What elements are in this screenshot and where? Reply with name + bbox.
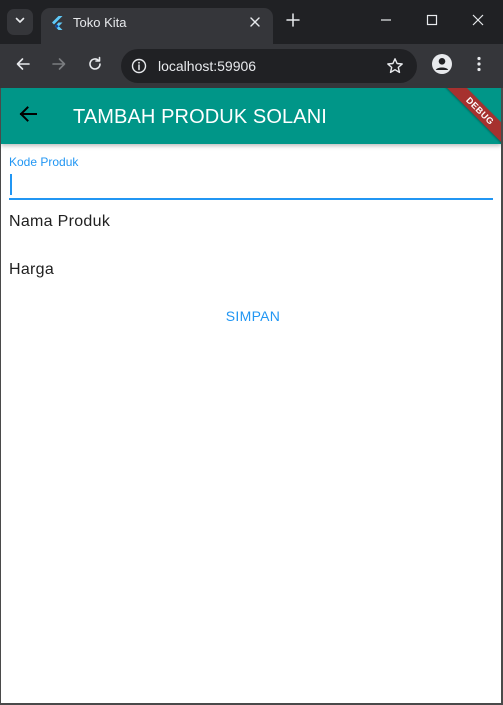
page-viewport: TAMBAH PRODUK SOLANI DEBUG Kode Produk N…	[1, 88, 501, 703]
harga-label: Harga	[9, 261, 55, 278]
address-url[interactable]: localhost:59906	[158, 58, 256, 74]
profile-icon	[431, 53, 453, 80]
address-bar[interactable]: localhost:59906	[121, 49, 417, 83]
profile-button[interactable]	[429, 53, 455, 79]
browser-window: Toko Kita localhost:59906 TAMBAH PRODUK …	[0, 0, 503, 705]
text-caret	[10, 174, 12, 195]
app-bar: TAMBAH PRODUK SOLANI	[1, 88, 501, 144]
maximize-button[interactable]	[418, 8, 446, 36]
back-button[interactable]	[10, 53, 36, 79]
new-tab-button[interactable]	[282, 11, 304, 33]
kode-produk-input[interactable]	[9, 171, 493, 197]
kode-produk-underline	[9, 198, 493, 200]
close-window-button[interactable]	[464, 8, 492, 36]
browser-toolbar: localhost:59906	[0, 44, 503, 88]
page-title: TAMBAH PRODUK SOLANI	[73, 106, 327, 128]
maximize-icon	[426, 13, 438, 31]
back-nav-button[interactable]	[15, 103, 41, 129]
nama-produk-label: Nama Produk	[9, 213, 111, 230]
minimize-icon	[380, 13, 392, 31]
kode-produk-label: Kode Produk	[9, 155, 79, 169]
more-vert-icon	[476, 56, 482, 77]
nama-produk-field[interactable]: Nama Produk	[9, 204, 493, 244]
tab-search-button[interactable]	[7, 9, 33, 35]
browser-tab[interactable]: Toko Kita	[41, 8, 273, 44]
close-icon	[472, 13, 484, 31]
menu-button[interactable]	[466, 53, 492, 79]
window-border-left	[0, 88, 1, 705]
star-icon[interactable]	[385, 56, 405, 76]
arrow-left-icon	[15, 56, 31, 77]
kode-produk-field[interactable]: Kode Produk	[9, 144, 493, 201]
arrow-right-icon	[51, 56, 67, 77]
arrow-back-icon	[18, 104, 38, 129]
harga-field[interactable]: Harga	[9, 252, 493, 292]
plus-icon	[286, 12, 300, 32]
reload-icon	[87, 56, 103, 77]
simpan-button[interactable]: SIMPAN	[213, 298, 293, 334]
flutter-icon	[49, 15, 65, 31]
chevron-down-icon	[14, 13, 26, 31]
tab-title: Toko Kita	[73, 15, 127, 30]
reload-button[interactable]	[82, 53, 108, 79]
info-icon[interactable]	[129, 56, 149, 76]
minimize-button[interactable]	[372, 8, 400, 36]
forward-button[interactable]	[46, 53, 72, 79]
tab-strip: Toko Kita	[0, 0, 503, 44]
close-icon	[250, 14, 260, 32]
tab-close-button[interactable]	[245, 13, 265, 33]
